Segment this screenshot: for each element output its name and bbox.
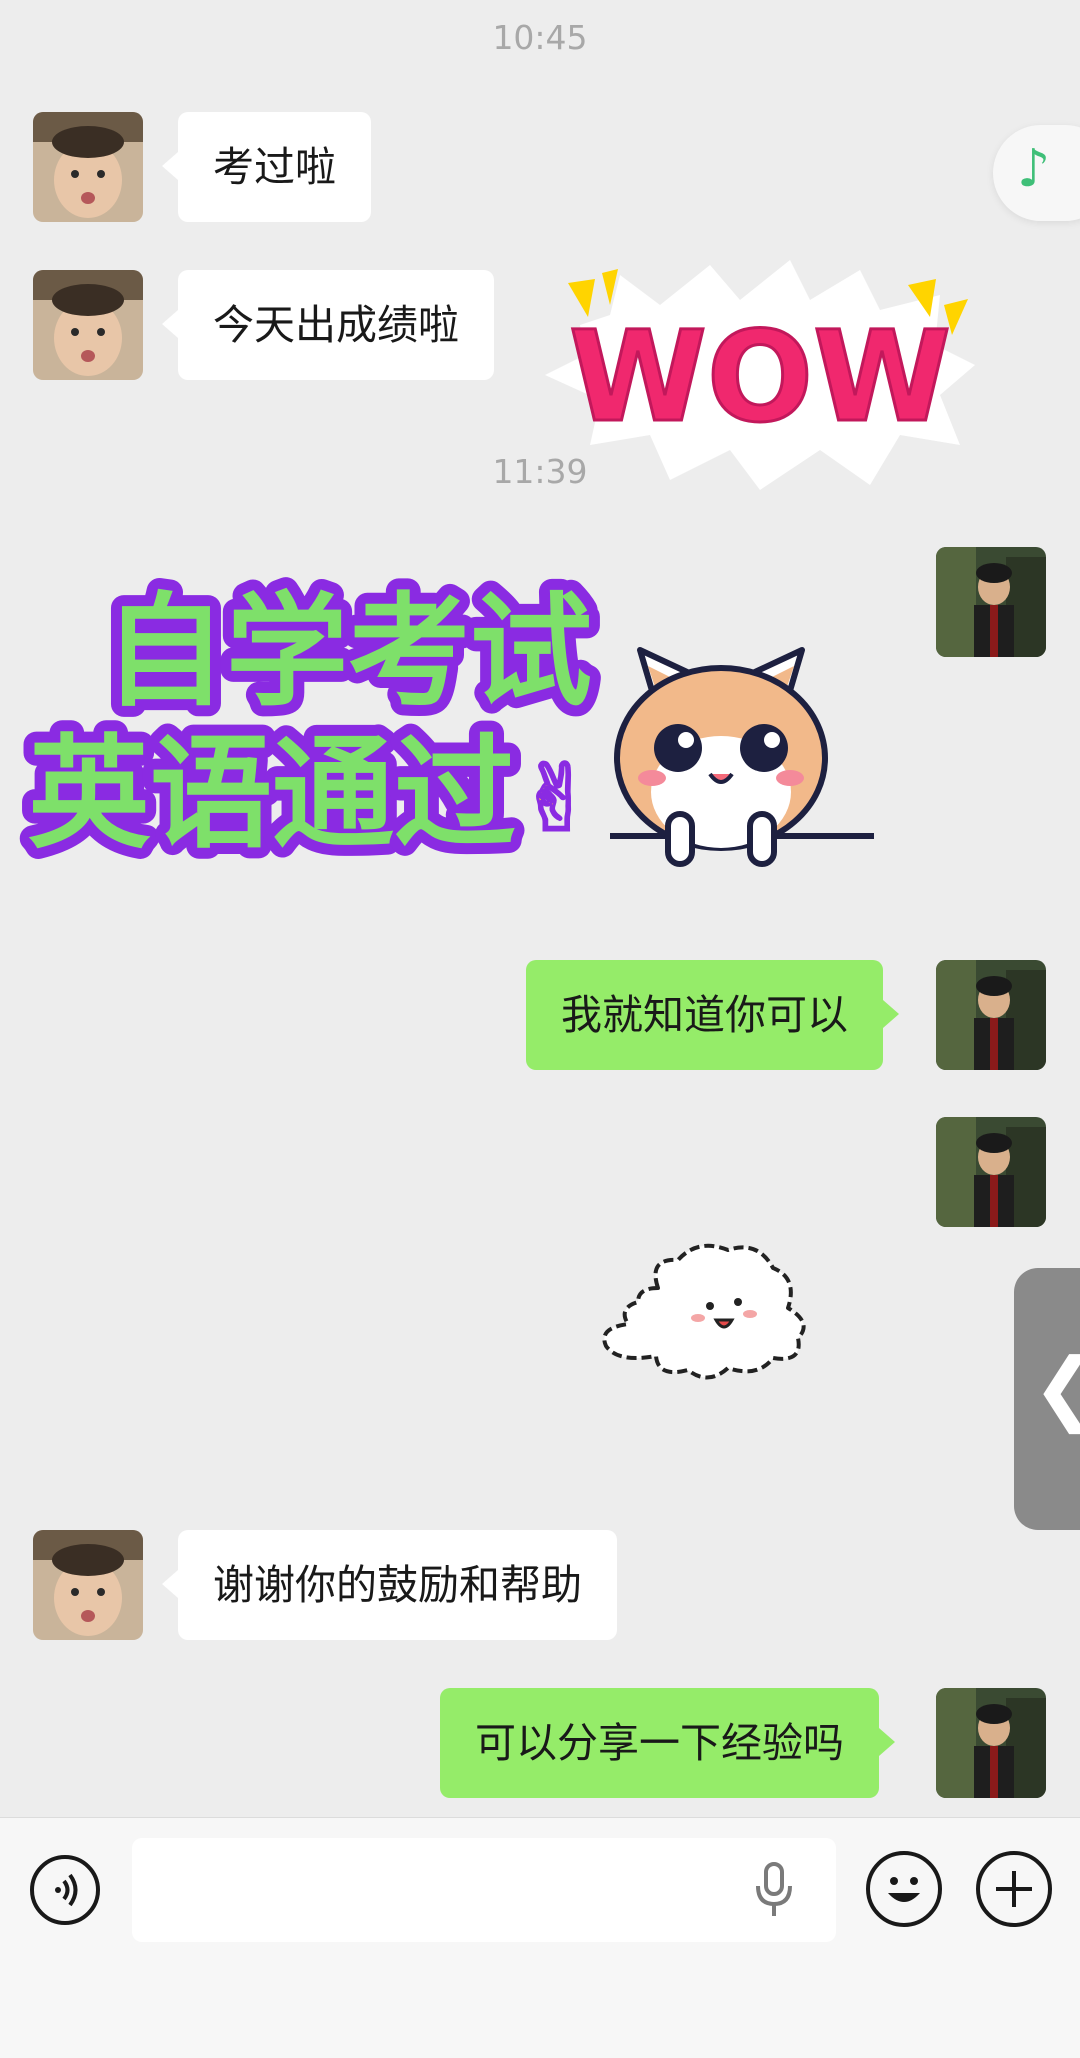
more-button[interactable] (976, 1851, 1052, 1927)
voice-icon (55, 1873, 78, 1907)
wow-sticker[interactable]: WOW (540, 255, 980, 495)
message-bubble[interactable]: 可以分享一下经验吗 (440, 1688, 895, 1798)
message-bubble[interactable]: 我就知道你可以 (526, 960, 899, 1070)
side-panel-handle[interactable]: ❮ (1014, 1268, 1080, 1530)
self-avatar[interactable] (936, 1117, 1046, 1227)
timestamp: 10:45 (492, 18, 588, 57)
music-note-icon: ♪ (1017, 139, 1051, 199)
microphone-icon[interactable] (754, 1862, 794, 1918)
white-dog-sticker[interactable] (598, 1228, 828, 1388)
input-bar (0, 1817, 1080, 2058)
music-float-button[interactable]: ♪ (993, 125, 1080, 221)
chevron-left-icon: ❮ (1032, 1348, 1080, 1428)
cat-illustration (610, 647, 874, 867)
contact-avatar[interactable] (33, 112, 143, 222)
contact-avatar[interactable] (33, 1530, 143, 1640)
self-avatar[interactable] (936, 547, 1046, 657)
victory-hand-icon: ✌ (518, 745, 595, 852)
plus-icon (996, 1871, 1032, 1907)
voice-button[interactable] (30, 1855, 100, 1925)
exam-pass-sticker[interactable]: 自学考试 自学考试 英语通过 英语通过 ✌ (12, 568, 892, 888)
emoji-icon (888, 1877, 920, 1902)
emoji-button[interactable] (866, 1851, 942, 1927)
message-bubble[interactable]: 谢谢你的鼓励和帮助 (162, 1530, 617, 1640)
message-input[interactable] (132, 1838, 836, 1942)
message-bubble[interactable]: 考过啦 (162, 112, 371, 222)
exam-line2-text: 英语通过 (28, 723, 516, 865)
contact-avatar[interactable] (33, 270, 143, 380)
wow-text: WOW (569, 305, 951, 450)
self-avatar[interactable] (936, 960, 1046, 1070)
message-bubble[interactable]: 今天出成绩啦 (162, 270, 494, 380)
exam-line1-text: 自学考试 (104, 581, 592, 723)
self-avatar[interactable] (936, 1688, 1046, 1798)
